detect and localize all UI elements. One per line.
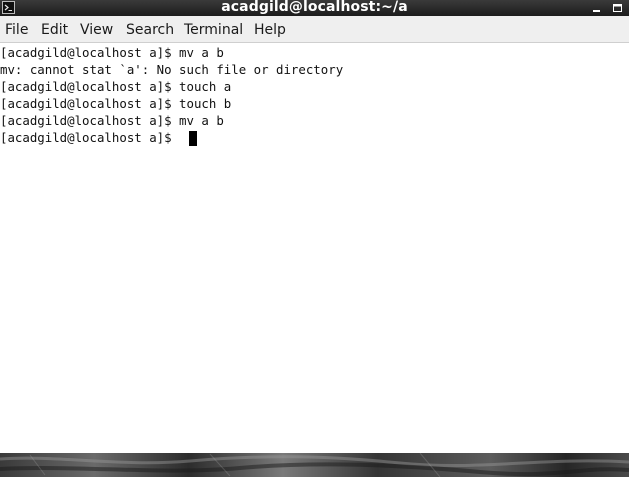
terminal-line: [acadgild@localhost a]$ touch b xyxy=(0,96,232,111)
window-title: acadgild@localhost:~/a xyxy=(221,0,408,15)
terminal-line: [acadgild@localhost a]$ mv a b xyxy=(0,45,224,60)
menu-edit[interactable]: Edit xyxy=(41,16,68,43)
terminal-prompt-line: [acadgild@localhost a]$ xyxy=(0,130,180,145)
terminal-output[interactable]: [acadgild@localhost a]$ mv a b mv: canno… xyxy=(0,44,629,453)
menu-help[interactable]: Help xyxy=(254,16,286,43)
minimize-icon[interactable] xyxy=(591,2,603,14)
terminal-line: [acadgild@localhost a]$ touch a xyxy=(0,79,232,94)
menu-terminal[interactable]: Terminal xyxy=(184,16,243,43)
desktop-background xyxy=(0,453,629,477)
menu-view[interactable]: View xyxy=(80,16,113,43)
menu-search[interactable]: Search xyxy=(126,16,174,43)
menu-bar: File Edit View Search Terminal Help xyxy=(0,16,629,43)
terminal-line: [acadgild@localhost a]$ mv a b xyxy=(0,113,224,128)
menu-file[interactable]: File xyxy=(5,16,28,43)
maximize-icon[interactable] xyxy=(612,2,624,14)
window-titlebar[interactable]: acadgild@localhost:~/a xyxy=(0,0,629,16)
text-cursor xyxy=(189,131,197,146)
terminal-line: mv: cannot stat `a': No such file or dir… xyxy=(0,62,344,77)
